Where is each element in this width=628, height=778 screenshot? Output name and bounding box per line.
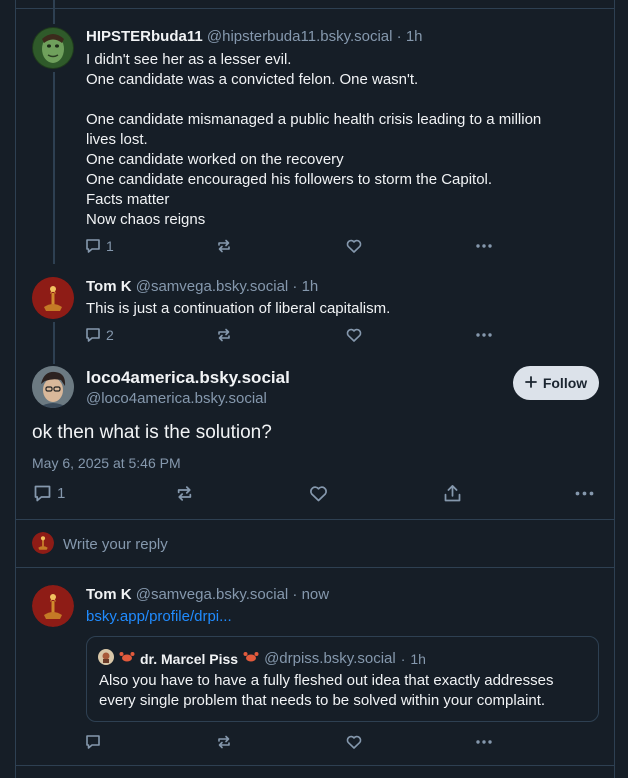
more-options-button[interactable]	[475, 324, 493, 346]
like-button[interactable]	[345, 324, 363, 346]
like-button[interactable]	[345, 731, 363, 753]
reply-icon	[84, 733, 102, 751]
post-time[interactable]: 1h	[406, 28, 423, 45]
separator: ·	[400, 650, 406, 667]
quote-author-handle: @drpiss.bsky.social	[264, 650, 396, 667]
post-meta: Tom K @samvega.bsky.social · now	[86, 586, 329, 603]
avatar[interactable]	[32, 585, 74, 627]
post-actions: 1	[84, 235, 494, 257]
divider	[16, 567, 614, 568]
thread-line	[53, 0, 55, 24]
follow-button[interactable]: Follow	[513, 366, 599, 400]
repost-icon	[215, 326, 233, 344]
author-handle[interactable]: @samvega.bsky.social	[136, 586, 289, 603]
more-options-button[interactable]	[475, 235, 493, 257]
share-button[interactable]	[442, 482, 463, 504]
repost-icon	[215, 733, 233, 751]
separator: ·	[396, 28, 402, 45]
main-post-text: ok then what is the solution?	[32, 422, 272, 443]
post-time[interactable]: now	[302, 586, 330, 603]
top-divider	[16, 8, 614, 9]
repost-icon	[174, 483, 195, 504]
reply-count: 2	[106, 327, 114, 343]
repost-icon	[215, 237, 233, 255]
ellipsis-icon	[475, 237, 493, 255]
heart-icon	[308, 483, 329, 504]
repost-button[interactable]	[215, 235, 233, 257]
post-time[interactable]: 1h	[302, 278, 319, 295]
post-actions: 2	[84, 324, 494, 346]
thread-line	[53, 72, 55, 264]
repost-button[interactable]	[215, 731, 233, 753]
post-text: I didn't see her as a lesser evil. One c…	[86, 51, 542, 228]
post-text: This is just a continuation of liberal c…	[86, 300, 391, 317]
reply-icon	[84, 326, 102, 344]
ellipsis-icon	[574, 483, 595, 504]
avatar	[98, 649, 114, 668]
reply-composer[interactable]: Write your reply	[16, 520, 614, 567]
reply-count: 1	[106, 238, 114, 254]
separator: ·	[292, 586, 298, 603]
avatar	[32, 532, 54, 554]
quote-time: 1h	[410, 650, 426, 667]
follow-label: Follow	[542, 375, 588, 391]
quote-text: Also you have to have a fully fleshed ou…	[99, 672, 554, 709]
reply-icon	[84, 237, 102, 255]
divider	[16, 765, 614, 766]
ellipsis-icon	[475, 326, 493, 344]
quoted-post[interactable]: dr. Marcel Piss @drpiss.bsky.social · 1h…	[86, 636, 599, 722]
heart-icon	[345, 237, 363, 255]
author-handle[interactable]: @loco4america.bsky.social	[86, 390, 267, 407]
main-post-author: loco4america.bsky.social	[86, 368, 290, 388]
reply-count: 1	[57, 484, 66, 502]
main-post-actions: 1	[32, 482, 602, 504]
repost-button[interactable]	[174, 482, 195, 504]
thread-line	[53, 322, 55, 364]
reply-button[interactable]: 2	[84, 324, 114, 346]
post-meta: HIPSTERbuda11 @hipsterbuda11.bsky.social…	[86, 28, 423, 45]
repost-button[interactable]	[215, 324, 233, 346]
reply-button[interactable]: 1	[84, 235, 114, 257]
post-timestamp[interactable]: May 6, 2025 at 5:46 PM	[32, 455, 181, 471]
crab-icon	[243, 650, 259, 667]
plus-icon	[524, 375, 537, 391]
avatar[interactable]	[32, 366, 74, 408]
avatar[interactable]	[32, 27, 74, 69]
quote-meta: dr. Marcel Piss @drpiss.bsky.social · 1h	[98, 649, 426, 668]
like-button[interactable]	[308, 482, 329, 504]
main-post-handle-row: @loco4america.bsky.social	[86, 390, 267, 407]
author-handle[interactable]: @samvega.bsky.social	[136, 278, 289, 295]
reply-placeholder: Write your reply	[63, 536, 168, 553]
author-handle[interactable]: @hipsterbuda11.bsky.social	[207, 28, 393, 45]
heart-icon	[345, 733, 363, 751]
post-actions	[84, 731, 494, 753]
share-icon	[442, 483, 463, 504]
heart-icon	[345, 326, 363, 344]
crab-icon	[119, 650, 135, 667]
post-link[interactable]: bsky.app/profile/drpi...	[86, 608, 232, 625]
post-meta: Tom K @samvega.bsky.social · 1h	[86, 278, 318, 295]
reply-button[interactable]: 1	[32, 482, 65, 504]
author-name[interactable]: HIPSTERbuda11	[86, 28, 203, 45]
author-name[interactable]: Tom K	[86, 586, 132, 603]
author-name[interactable]: Tom K	[86, 278, 132, 295]
separator: ·	[292, 278, 298, 295]
more-options-button[interactable]	[574, 482, 595, 504]
quote-author-name: dr. Marcel Piss	[140, 650, 239, 667]
avatar[interactable]	[32, 277, 74, 319]
reply-icon	[32, 483, 53, 504]
post-thread-column: HIPSTERbuda11 @hipsterbuda11.bsky.social…	[15, 0, 615, 778]
ellipsis-icon	[475, 733, 493, 751]
more-options-button[interactable]	[475, 731, 493, 753]
author-name[interactable]: loco4america.bsky.social	[86, 368, 290, 387]
reply-button[interactable]	[84, 731, 102, 753]
like-button[interactable]	[345, 235, 363, 257]
